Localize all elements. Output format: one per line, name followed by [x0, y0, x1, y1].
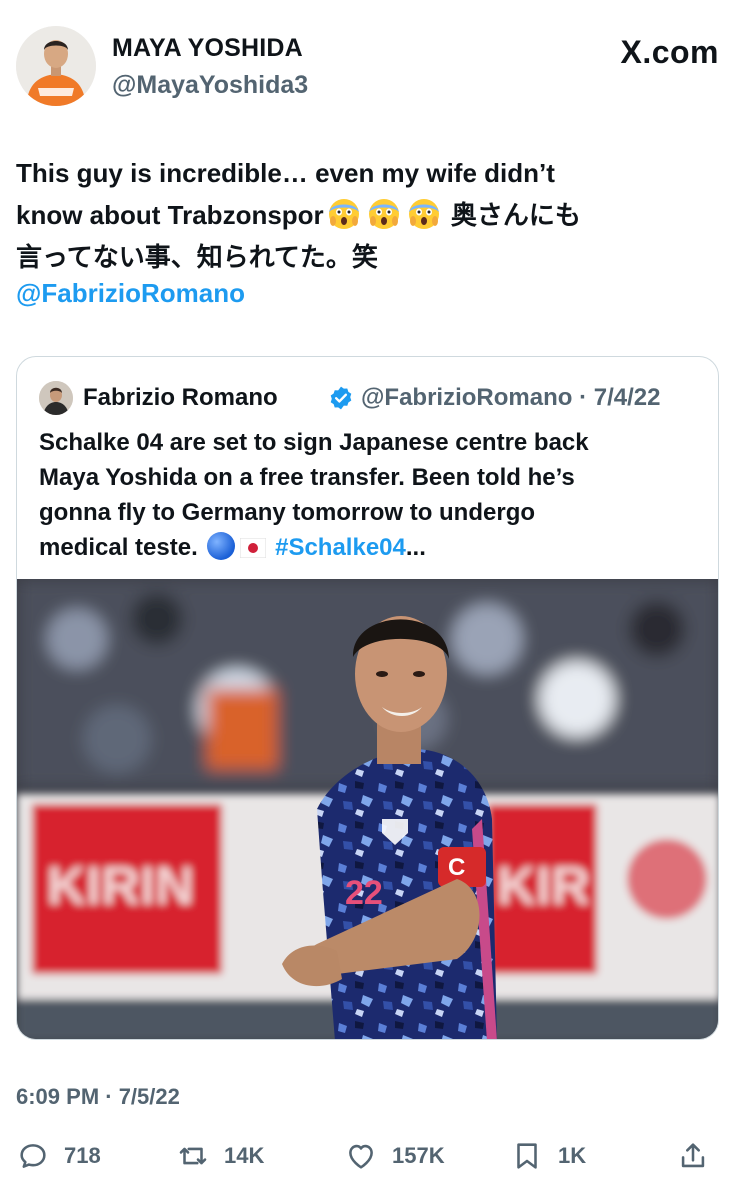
quoted-author-avatar[interactable]	[39, 381, 73, 415]
quoted-line: gonna fly to Germany tomorrow to undergo	[39, 499, 536, 526]
repost-count: 14K	[224, 1143, 265, 1168]
author-handle[interactable]: @MayaYoshida3	[112, 71, 308, 100]
svg-text:KIRIN: KIRIN	[47, 856, 194, 916]
like-count: 157K	[392, 1143, 445, 1168]
blue-circle-emoji-icon	[207, 532, 236, 560]
share-icon	[681, 1143, 705, 1168]
screaming-face-emoji-icon	[368, 199, 399, 229]
tweet-line-text: 奥さんにも	[450, 200, 581, 230]
quoted-line: Maya Yoshida on a free transfer. Been to…	[39, 464, 575, 491]
reply-icon	[20, 1144, 46, 1168]
tweet-line: 言ってない事、知られてた。笑	[16, 242, 378, 272]
repost-icon	[179, 1147, 207, 1165]
japan-flag-icon	[240, 538, 267, 558]
author-avatar[interactable]	[16, 26, 96, 106]
quoted-line: Schalke 04 are set to sign Japanese cent…	[39, 429, 589, 456]
quoted-tweet-header: Fabrizio Romano @FabrizioRomano · 7/4/22	[39, 381, 699, 417]
like-icon	[349, 1144, 373, 1169]
quoted-tweet-photo[interactable]: KIRIN KIR C 22	[17, 579, 718, 1039]
svg-text:22: 22	[345, 874, 383, 912]
repost-button[interactable]: 14K	[176, 1136, 264, 1176]
screaming-face-emoji-icon	[408, 199, 439, 229]
like-button[interactable]: 157K	[344, 1136, 445, 1176]
screaming-face-emoji-icon	[328, 199, 359, 229]
quoted-line-text: medical teste.	[39, 534, 198, 561]
brand-watermark: X.com	[620, 34, 719, 70]
mention-link[interactable]: @FabrizioRomano	[16, 278, 245, 309]
ellipsis-text: ...	[405, 534, 426, 561]
bookmark-icon	[517, 1143, 537, 1169]
reply-button[interactable]: 718	[16, 1136, 101, 1176]
hashtag-link[interactable]: #Schalke04	[275, 534, 406, 561]
bookmark-button[interactable]: 1K	[510, 1136, 586, 1176]
quoted-tweet-text: Schalke 04 are set to sign Japanese cent…	[39, 425, 699, 565]
verified-badge-icon	[330, 386, 352, 410]
svg-text:C: C	[448, 854, 465, 881]
tweet-line: This guy is incredible… even my wife did…	[16, 158, 555, 188]
tweet-line-text: know about Trabzonspor	[16, 200, 324, 230]
tweet-text: This guy is incredible… even my wife did…	[16, 152, 716, 278]
bookmark-count: 1K	[558, 1143, 587, 1168]
reply-count: 718	[64, 1143, 101, 1168]
quoted-line: medical teste. #Schalke04...	[39, 530, 699, 565]
quoted-tweet[interactable]: Fabrizio Romano @FabrizioRomano · 7/4/22…	[16, 356, 719, 1040]
author-name[interactable]: MAYA YOSHIDA	[112, 34, 303, 63]
tweet-actions: 718 14K 157K 1K	[16, 1136, 719, 1176]
tweet-line: know about Trabzonspor 奥さんにも	[16, 194, 716, 236]
tweet-timestamp[interactable]: 6:09 PM · 7/5/22	[16, 1084, 180, 1110]
share-button[interactable]	[676, 1136, 710, 1176]
quoted-author-handle[interactable]: @FabrizioRomano · 7/4/22	[361, 384, 660, 412]
quoted-author-name[interactable]: Fabrizio Romano	[83, 384, 278, 412]
svg-text:KIR: KIR	[497, 856, 590, 916]
tweet-header: MAYA YOSHIDA @MayaYoshida3 X.com	[16, 26, 719, 108]
